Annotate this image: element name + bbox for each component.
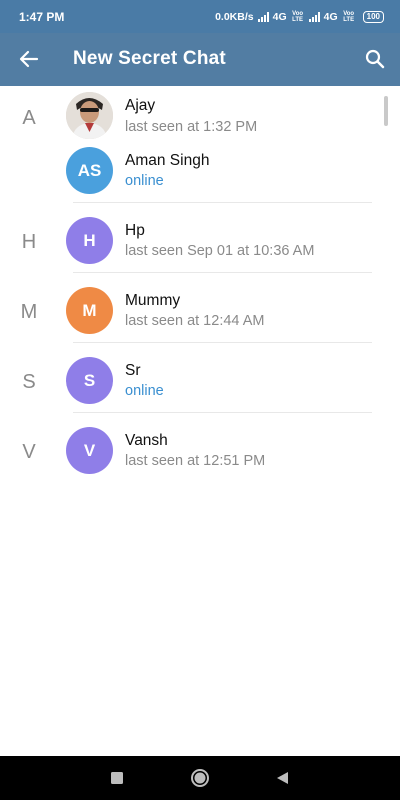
avatar: H bbox=[66, 217, 113, 264]
avatar: V bbox=[66, 427, 113, 474]
divider bbox=[73, 412, 372, 413]
contact-status: online bbox=[125, 173, 164, 189]
app-bar: New Secret Chat bbox=[0, 33, 400, 86]
arrow-left-icon bbox=[19, 50, 39, 68]
network-type-1: 4G bbox=[272, 10, 287, 23]
contact-status: last seen Sep 01 at 10:36 AM bbox=[125, 243, 315, 259]
back-nav-button[interactable] bbox=[274, 770, 290, 786]
contact-list[interactable]: A Ajay last seen at 1:32 PM AS Aman Sing… bbox=[0, 86, 400, 756]
status-bar: 1:47 PM 0.0KB/s 4G Voo LTE 4G Voo LTE 10… bbox=[0, 0, 400, 33]
avatar: S bbox=[66, 357, 113, 404]
search-icon bbox=[365, 49, 385, 69]
contact-status: online bbox=[125, 383, 164, 399]
contact-row-hp[interactable]: H H Hp last seen Sep 01 at 10:36 AM bbox=[0, 214, 400, 284]
contact-name: Ajay bbox=[125, 97, 156, 114]
contact-status: last seen at 12:51 PM bbox=[125, 453, 266, 469]
contact-name: Hp bbox=[125, 222, 145, 239]
section-letter: M bbox=[20, 301, 38, 323]
section-letter: S bbox=[22, 371, 36, 393]
triangle-back-icon bbox=[277, 772, 288, 784]
signal-icon bbox=[257, 11, 269, 22]
search-button[interactable] bbox=[364, 48, 386, 70]
contact-row-vansh[interactable]: V V Vansh last seen at 12:51 PM bbox=[0, 424, 400, 494]
person-photo-icon bbox=[66, 92, 113, 139]
volte-badge-1: Voo LTE bbox=[292, 10, 304, 23]
section-letter: A bbox=[22, 107, 36, 129]
avatar-photo bbox=[66, 92, 113, 139]
back-button[interactable] bbox=[18, 48, 40, 70]
divider bbox=[73, 272, 372, 273]
contact-name: Mummy bbox=[125, 292, 181, 309]
divider bbox=[73, 202, 372, 203]
avatar: AS bbox=[66, 147, 113, 194]
contact-name: Vansh bbox=[125, 432, 168, 449]
contact-name: Sr bbox=[125, 362, 141, 379]
contact-status: last seen at 12:44 AM bbox=[125, 313, 265, 329]
recents-button[interactable] bbox=[110, 771, 124, 785]
contact-name: Aman Singh bbox=[125, 152, 210, 169]
circle-icon bbox=[191, 769, 209, 787]
signal-icon bbox=[308, 11, 320, 22]
avatar: M bbox=[66, 287, 113, 334]
contact-row-mummy[interactable]: M M Mummy last seen at 12:44 AM bbox=[0, 284, 400, 354]
network-type-2: 4G bbox=[323, 10, 338, 23]
square-icon bbox=[111, 772, 123, 784]
divider bbox=[73, 342, 372, 343]
status-indicators: 0.0KB/s 4G Voo LTE 4G Voo LTE 100 bbox=[215, 10, 384, 23]
contact-status: last seen at 1:32 PM bbox=[125, 119, 258, 135]
system-nav-bar bbox=[0, 756, 400, 800]
volte-badge-2: Voo LTE bbox=[343, 10, 355, 23]
home-button[interactable] bbox=[190, 768, 210, 788]
page-title: New Secret Chat bbox=[73, 48, 226, 69]
status-time: 1:47 PM bbox=[19, 9, 65, 24]
contact-row-sr[interactable]: S S Sr online bbox=[0, 354, 400, 424]
section-letter: V bbox=[22, 441, 36, 463]
section-letter: H bbox=[21, 231, 37, 253]
battery-icon: 100 bbox=[362, 10, 384, 23]
contact-row-aman-singh[interactable]: AS Aman Singh online bbox=[0, 144, 400, 214]
network-speed: 0.0KB/s bbox=[215, 10, 254, 23]
